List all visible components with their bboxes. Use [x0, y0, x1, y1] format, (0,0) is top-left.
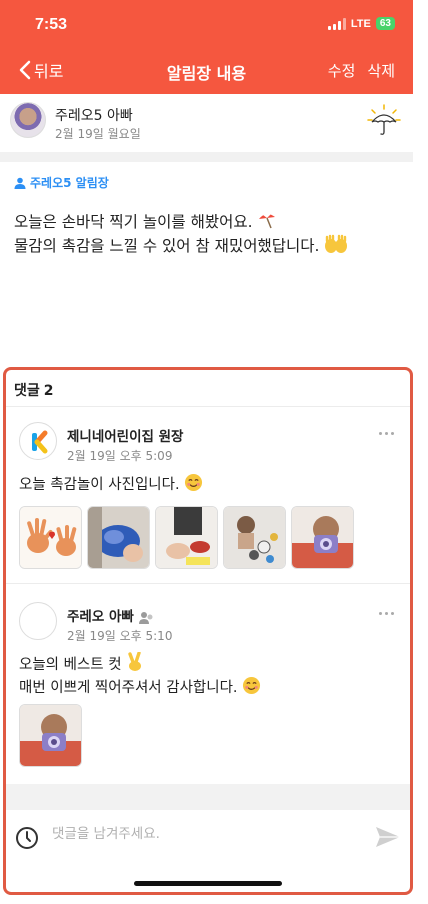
- status-indicators: LTE 63: [327, 17, 395, 30]
- victory-hand-emoji-icon: [128, 652, 142, 671]
- smiling-face-emoji-icon: [185, 473, 203, 492]
- open-hands-emoji-icon: [325, 234, 348, 253]
- battery-icon: 63: [375, 17, 395, 30]
- signal-icon: [327, 17, 346, 30]
- parent-badge-icon: [138, 612, 153, 624]
- comment-photo-strip: [19, 506, 354, 569]
- comment-date: 2월 19일 오후 5:09: [67, 449, 173, 463]
- painting-photo: [88, 507, 149, 568]
- notice-tag-label: 주레오5 알림장: [30, 176, 109, 190]
- nav-bar: 뒤로 알림장 내용 수정 삭제: [0, 52, 413, 88]
- clock-icon[interactable]: [15, 826, 39, 850]
- nav-actions: 수정 삭제: [328, 60, 395, 81]
- photo-thumbnail[interactable]: [19, 506, 82, 569]
- smiling-face-emoji-icon: [243, 676, 261, 695]
- author-date: 2월 19일 월요일: [55, 127, 141, 141]
- send-icon[interactable]: [374, 825, 402, 849]
- app-header: 7:53 LTE 63 뒤로 알림장 내용 수정 삭제: [0, 0, 413, 94]
- comment-avatar-parent[interactable]: [19, 602, 57, 640]
- comment-author-name: 제니네어린이집 원장: [67, 429, 184, 445]
- comment-text: 오늘 촉감놀이 사진입니다.: [19, 473, 203, 496]
- comment-date: 2월 19일 오후 5:10: [67, 629, 173, 643]
- comments-panel: 댓글 2 제니네어린이집 원장 2월 19일 오후 5:09 오늘 촉감놀이 사진…: [3, 367, 413, 895]
- comment-text-content: 오늘 촉감놀이 사진입니다.: [19, 477, 180, 493]
- photo-thumbnail[interactable]: [291, 506, 354, 569]
- comments-count: 2: [43, 383, 54, 399]
- author-avatar[interactable]: [10, 102, 46, 138]
- photo-thumbnail[interactable]: [155, 506, 218, 569]
- comment-text-line-1: 오늘의 베스트 컷: [19, 657, 122, 673]
- person-icon: [14, 177, 26, 189]
- child-camera-photo: [292, 507, 353, 568]
- photo-thumbnail[interactable]: [223, 506, 286, 569]
- photo-thumbnail[interactable]: [19, 704, 82, 767]
- comment-author-name: 주레오 아빠: [67, 605, 155, 625]
- more-options-icon[interactable]: [379, 608, 399, 618]
- comment-avatar-kindergarten[interactable]: [19, 422, 57, 460]
- beach-umbrella-emoji-icon: [259, 213, 276, 229]
- delete-button[interactable]: 삭제: [367, 60, 395, 81]
- status-time: 7:53: [35, 16, 68, 33]
- author-row: 주레오5 아빠 2월 19일 월요일: [0, 94, 413, 152]
- comment-input-bar: [6, 810, 410, 865]
- comment-input[interactable]: [52, 826, 352, 842]
- handprint-photo: [20, 507, 81, 568]
- kindergarten-logo-icon: [32, 430, 48, 454]
- toys-photo: [224, 507, 285, 568]
- divider: [6, 406, 410, 407]
- comment-text: 오늘의 베스트 컷 매번 이쁘게 찍어주셔서 감사합니다.: [19, 652, 261, 699]
- home-indicator: [134, 881, 282, 886]
- umbrella-weather-icon: [367, 104, 401, 135]
- photo-thumbnail[interactable]: [87, 506, 150, 569]
- comments-label: 댓글: [14, 383, 40, 399]
- comments-header: 댓글 2: [14, 380, 54, 400]
- status-bar: 7:53 LTE 63: [0, 0, 413, 50]
- comment-text-line-2: 매번 이쁘게 찍어주셔서 감사합니다.: [19, 680, 238, 696]
- section-divider: [0, 152, 413, 162]
- edit-button[interactable]: 수정: [328, 60, 356, 81]
- comments-footer-band: [6, 784, 410, 810]
- author-name: 주레오5 아빠: [55, 108, 133, 124]
- more-options-icon[interactable]: [379, 428, 399, 438]
- notice-line-2: 물감의 촉감을 느낄 수 있어 참 재밌어했답니다.: [14, 237, 320, 255]
- notice-tag[interactable]: 주레오5 알림장: [14, 174, 109, 191]
- network-label: LTE: [350, 17, 371, 30]
- notice-line-1: 오늘은 손바닥 찍기 놀이를 해봤어요.: [14, 213, 253, 231]
- comment-author-name-text: 주레오 아빠: [67, 609, 134, 625]
- child-camera-photo: [20, 705, 81, 766]
- notice-body: 오늘은 손바닥 찍기 놀이를 해봤어요. 물감의 촉감을 느낄 수 있어 참 재…: [14, 210, 348, 258]
- comment-photo-strip: [19, 704, 82, 767]
- divider: [6, 583, 410, 584]
- activity-photo: [156, 507, 217, 568]
